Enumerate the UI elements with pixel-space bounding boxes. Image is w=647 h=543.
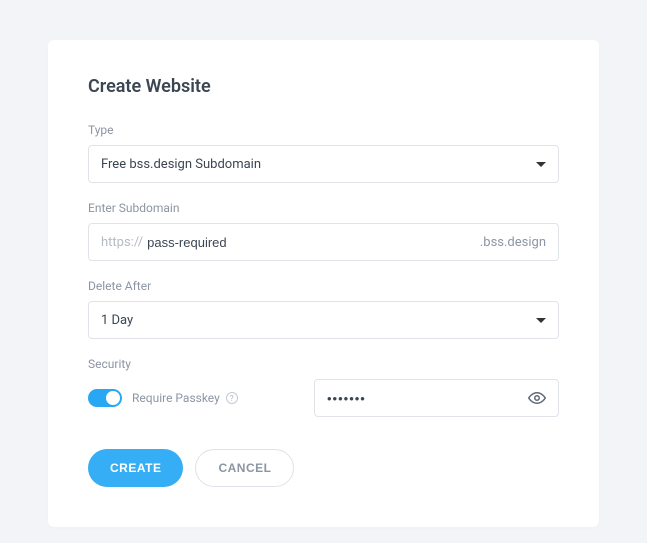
security-row: Require Passkey ? — [88, 379, 559, 417]
actions-row: CREATE CANCEL — [88, 449, 559, 487]
chevron-down-icon — [536, 318, 546, 323]
subdomain-prefix: https:// — [101, 235, 143, 250]
require-passkey-label: Require Passkey ? — [132, 391, 238, 405]
passkey-box[interactable] — [314, 379, 559, 417]
help-icon[interactable]: ? — [226, 392, 238, 404]
create-button[interactable]: CREATE — [88, 449, 183, 487]
delete-after-label: Delete After — [88, 279, 559, 293]
require-passkey-group: Require Passkey ? — [88, 389, 298, 407]
field-delete-after: Delete After 1 Day — [88, 279, 559, 339]
delete-after-select[interactable]: 1 Day — [88, 301, 559, 339]
security-label: Security — [88, 357, 559, 371]
eye-icon[interactable] — [528, 389, 546, 407]
delete-after-value: 1 Day — [101, 313, 133, 328]
subdomain-input-group[interactable]: https:// .bss.design — [88, 223, 559, 261]
require-passkey-toggle[interactable] — [88, 389, 122, 407]
chevron-down-icon — [536, 162, 546, 167]
create-website-card: Create Website Type Free bss.design Subd… — [48, 40, 599, 527]
cancel-button[interactable]: CANCEL — [195, 449, 294, 487]
require-passkey-text: Require Passkey — [132, 391, 220, 405]
field-subdomain: Enter Subdomain https:// .bss.design — [88, 201, 559, 261]
subdomain-suffix: .bss.design — [480, 235, 546, 250]
type-select[interactable]: Free bss.design Subdomain — [88, 145, 559, 183]
field-security: Security Require Passkey ? — [88, 357, 559, 417]
passkey-input[interactable] — [327, 391, 528, 406]
type-select-value: Free bss.design Subdomain — [101, 157, 261, 172]
page-title: Create Website — [88, 76, 559, 97]
field-type: Type Free bss.design Subdomain — [88, 123, 559, 183]
type-label: Type — [88, 123, 559, 137]
subdomain-input[interactable] — [147, 235, 472, 250]
subdomain-label: Enter Subdomain — [88, 201, 559, 215]
